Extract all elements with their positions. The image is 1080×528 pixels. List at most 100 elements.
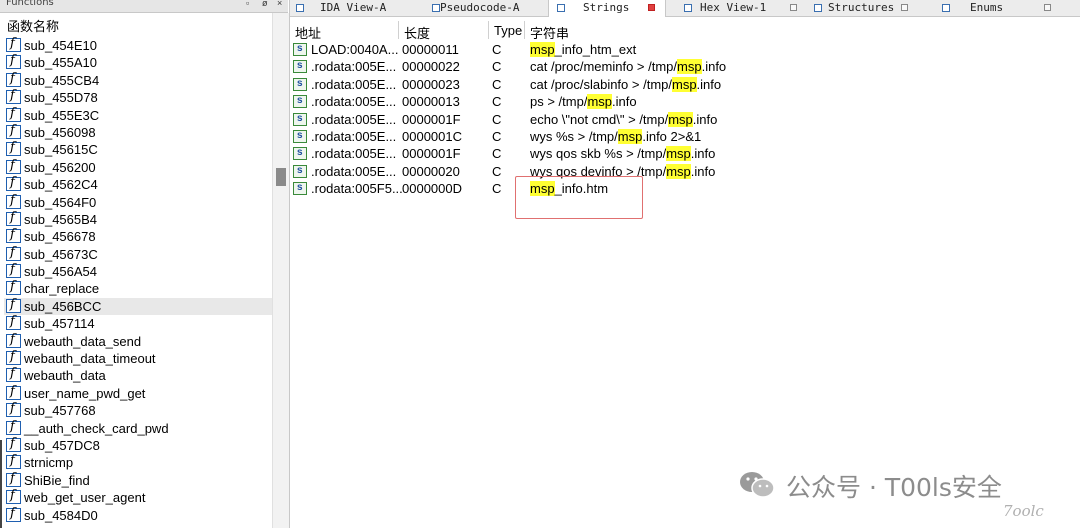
function-icon — [6, 296, 21, 313]
function-name: sub_455A10 — [24, 55, 98, 71]
function-list-item[interactable]: sub_4565B4 — [4, 209, 272, 228]
function-list-item[interactable]: sub_456098 — [4, 122, 272, 141]
scrollbar-thumb[interactable] — [276, 168, 286, 186]
restore-icon[interactable]: ▫ — [246, 0, 249, 8]
function-name: char_replace — [24, 281, 100, 297]
function-list-item[interactable]: sub_457768 — [4, 400, 272, 419]
column-header-string[interactable]: 字符串 — [530, 23, 569, 42]
string-value-prefix: echo \"not cmd\" > /tmp/ — [530, 111, 669, 127]
search-highlight: msp — [587, 94, 613, 110]
string-row[interactable]: .rodata:005E... 0000001F Cwys qos skb %s >… — [290, 144, 1080, 162]
string-address: .rodata:005E... — [311, 111, 397, 127]
function-list-item[interactable]: sub_45615C — [4, 139, 272, 158]
tab-label: Structures — [828, 1, 895, 14]
functions-panel-title: Functions — [6, 0, 54, 8]
function-list-item[interactable]: webauth_data_send — [4, 331, 272, 350]
function-name: sub_456BCC — [24, 298, 102, 314]
strings-list: LOAD:0040A...00000011Cmsp_info_htm_ext.r… — [290, 40, 1080, 198]
function-list-item[interactable]: sub_455D78 — [4, 87, 272, 106]
function-name: sub_456678 — [24, 229, 96, 245]
tab-pseudocode-a[interactable]: Pseudocode-A — [426, 0, 556, 16]
function-list-item[interactable]: sub_455A10 — [4, 52, 272, 71]
function-list-item[interactable]: webauth_data — [4, 365, 272, 384]
function-list-item[interactable]: ShiBie_find — [4, 470, 272, 489]
tab-structures[interactable]: Structures — [808, 0, 936, 16]
string-value-suffix: .info — [701, 59, 727, 75]
function-list-item[interactable]: webauth_data_timeout — [4, 348, 272, 367]
column-separator[interactable] — [524, 21, 525, 39]
view-tab-bar: IDA View-A Pseudocode-A Strings Hex View… — [290, 0, 1080, 17]
function-name: sub_457768 — [24, 403, 96, 419]
watermark-logo-text: 7oolc — [1003, 502, 1044, 520]
string-row[interactable]: .rodata:005E... 0000001C Cwys %s > /tmp/ms… — [290, 127, 1080, 145]
function-list-item[interactable]: sub_456BCC — [4, 296, 272, 316]
function-list-item[interactable]: sub_4584D0 — [4, 505, 272, 524]
tab-close-icon[interactable] — [648, 4, 655, 11]
tab-close-icon[interactable] — [790, 4, 797, 11]
function-list-item[interactable]: sub_45673C — [4, 244, 272, 263]
tab-enums[interactable]: Enums — [936, 0, 1080, 16]
tab-strings[interactable]: Strings — [548, 0, 666, 17]
string-row[interactable]: .rodata:005E... 00000013 Cps > /tmp/msp.in… — [290, 92, 1080, 110]
function-name-column-header[interactable]: 函数名称 — [7, 16, 59, 35]
panel-edge-marker — [0, 440, 2, 528]
function-list-item[interactable]: sub_457114 — [4, 313, 272, 332]
function-list-item[interactable]: strnicmp — [4, 452, 272, 471]
string-row[interactable]: .rodata:005E... 00000023 Ccat /proc/slabin… — [290, 75, 1080, 93]
function-list-item[interactable]: sub_457DC8 — [4, 435, 272, 454]
function-list-item[interactable]: sub_456678 — [4, 226, 272, 245]
tab-label: Strings — [583, 1, 630, 14]
tab-close-icon[interactable] — [1044, 4, 1051, 11]
column-separator[interactable] — [398, 21, 399, 39]
column-header-length[interactable]: 长度 — [404, 23, 430, 42]
function-list-item[interactable]: sub_4562C4 — [4, 174, 272, 193]
string-row[interactable]: .rodata:005E... 0000001F Cecho \"not cmd\"… — [290, 110, 1080, 128]
function-name: sub_456A54 — [24, 264, 98, 280]
function-list-item[interactable]: sub_456A54 — [4, 261, 272, 280]
function-list-item[interactable]: __auth_check_card_pwd — [4, 418, 272, 437]
string-icon — [293, 75, 307, 92]
pin-icon[interactable]: ø — [262, 0, 268, 8]
function-name: strnicmp — [24, 455, 74, 471]
function-icon — [6, 226, 21, 244]
column-separator[interactable] — [488, 21, 489, 39]
function-name: webauth_data — [24, 368, 106, 384]
wechat-logo-icon — [740, 472, 775, 498]
function-list-item[interactable]: web_get_user_agent — [4, 487, 272, 506]
search-highlight: msp — [677, 59, 702, 75]
function-icon — [6, 35, 21, 52]
function-icon — [6, 452, 21, 470]
functions-panel-titlebar: Functions ▫ ø × — [0, 0, 288, 13]
string-value-prefix: wys %s > /tmp/ — [530, 128, 618, 144]
string-row[interactable]: .rodata:005E...00000020Cwys qos devinfo … — [290, 162, 1080, 180]
tab-hex-view-1[interactable]: Hex View-1 — [678, 0, 808, 16]
strings-view: 地址 长度 Type 字符串 LOAD:0040A...00000011Cmsp… — [290, 17, 1080, 528]
string-row[interactable]: .rodata:005E... 00000022 Ccat /proc/meminf… — [290, 57, 1080, 75]
string-length: 00000011 — [402, 42, 459, 57]
string-value-suffix: .info — [696, 76, 722, 92]
string-value: wys %s > /tmp/msp.info 2>&1 — [530, 128, 701, 145]
string-icon — [293, 162, 307, 179]
function-icon — [6, 105, 21, 122]
function-icon — [6, 487, 21, 505]
string-address: .rodata:005E... — [311, 128, 397, 144]
function-list-item[interactable]: sub_455CB4 — [4, 70, 272, 89]
string-length: 0000001F — [402, 146, 461, 162]
function-list-item[interactable]: sub_454E10 — [4, 35, 272, 54]
string-row[interactable]: .rodata:005F5...0000000DCmsp_info.htm — [290, 179, 1080, 197]
function-list-scrollbar[interactable] — [272, 13, 289, 528]
function-list-item[interactable]: user_name_pwd_get — [4, 383, 272, 402]
tab-ida-view-a[interactable]: IDA View-A — [290, 0, 426, 16]
string-length: 0000000D — [402, 181, 462, 197]
function-list-item[interactable]: sub_4564F0 — [4, 192, 272, 211]
string-row[interactable]: LOAD:0040A...00000011 Cmsp_info_htm_ext — [290, 40, 1080, 58]
function-list-item[interactable]: sub_456200 — [4, 157, 272, 176]
tab-close-icon[interactable] — [901, 4, 908, 11]
close-icon[interactable]: × — [277, 0, 282, 8]
tab-label: Enums — [970, 1, 1004, 14]
tab-label: Pseudocode-A — [440, 1, 520, 14]
tab-view-icon — [296, 4, 304, 12]
function-list-item[interactable]: char_replace — [4, 278, 272, 297]
function-list-item[interactable]: sub_455E3C — [4, 105, 272, 124]
column-header-type[interactable]: Type — [494, 23, 522, 38]
